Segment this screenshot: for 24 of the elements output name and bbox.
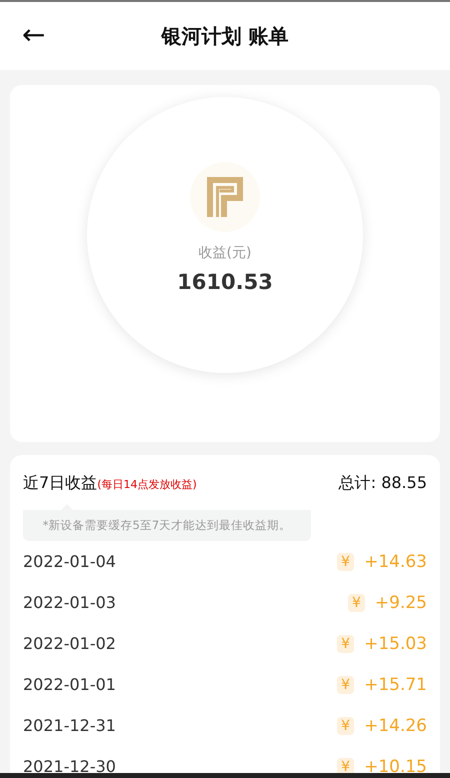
currency-badge: ¥ xyxy=(337,676,354,694)
recent-title: 近7日收益(每日14点发放收益) xyxy=(23,473,197,494)
income-amount: +10.15 xyxy=(364,756,427,776)
tip-bubble: *新设备需要缓存5至7天才能达到最佳收益期。 xyxy=(23,504,311,541)
currency-badge: ¥ xyxy=(337,634,354,652)
date-text: 2022-01-02 xyxy=(23,634,116,653)
date-text: 2022-01-03 xyxy=(23,593,116,612)
earnings-label: 收益(元) xyxy=(198,244,252,262)
currency-badge: ¥ xyxy=(337,716,354,734)
date-text: 2022-01-04 xyxy=(23,552,116,571)
earnings-amount: 1610.53 xyxy=(177,270,273,294)
currency-badge: ¥ xyxy=(348,594,365,612)
income-amount: +15.71 xyxy=(364,674,427,694)
date-text: 2022-01-01 xyxy=(23,675,116,694)
total-amount: 总计: 88.55 xyxy=(338,473,427,494)
income-amount: +15.03 xyxy=(364,634,427,654)
income-amount: +14.63 xyxy=(364,552,427,572)
currency-badge: ¥ xyxy=(337,552,354,570)
back-button[interactable]: ← xyxy=(18,20,50,50)
date-text: 2021-12-31 xyxy=(23,716,116,735)
page-title: 银河计划 账单 xyxy=(162,22,288,50)
date-text: 2021-12-30 xyxy=(23,757,116,776)
income-amount: +9.25 xyxy=(374,592,427,612)
income-amount: +14.26 xyxy=(364,716,427,736)
